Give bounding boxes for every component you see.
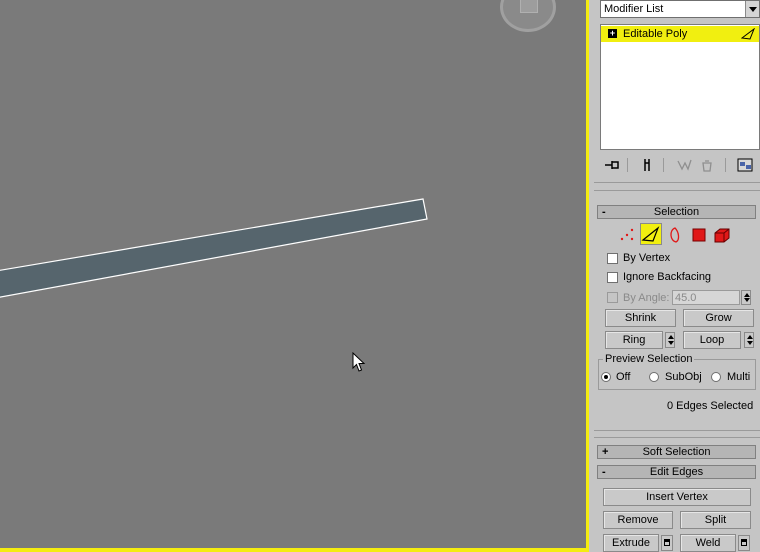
edit-edges-rollout-header[interactable]: - Edit Edges [597, 465, 756, 479]
divider [594, 430, 760, 431]
edit-edges-title: Edit Edges [649, 466, 704, 478]
by-vertex-checkbox[interactable] [607, 253, 618, 264]
collapse-icon: - [602, 206, 606, 218]
by-angle-label: By Angle: [623, 292, 670, 304]
expand-icon: + [602, 446, 609, 458]
weld-button[interactable]: Weld [680, 534, 736, 552]
chevron-down-icon[interactable] [745, 1, 759, 17]
stack-item-editable-poly[interactable]: + Editable Poly [601, 26, 759, 42]
angle-spinner[interactable] [741, 290, 751, 305]
modifier-list-label: Modifier List [604, 3, 664, 15]
angle-threshold-value: 45.0 [675, 292, 697, 304]
selection-rollout-header[interactable]: - Selection [597, 205, 756, 219]
divider [594, 437, 760, 438]
modify-command-panel: Modifier List + Editable Poly - Selectio [589, 0, 760, 552]
collapse-icon: - [602, 466, 606, 478]
divider [594, 182, 760, 183]
polygon-icon[interactable] [691, 227, 707, 243]
ignore-backfacing-checkbox[interactable] [607, 272, 618, 283]
remove-modifier-icon[interactable] [699, 157, 715, 173]
split-button[interactable]: Split [680, 511, 751, 529]
by-vertex-label: By Vertex [623, 252, 671, 264]
edge-mode-button[interactable] [640, 223, 662, 245]
border-icon[interactable] [667, 226, 683, 244]
toolbar-separator [627, 158, 628, 172]
angle-threshold-field[interactable]: 45.0 [672, 290, 740, 305]
preview-selection-title: Preview Selection [603, 353, 695, 365]
divider [594, 190, 760, 191]
element-icon[interactable] [713, 226, 731, 244]
show-end-result-icon[interactable] [641, 157, 657, 173]
ignore-backfacing-label: Ignore Backfacing [623, 271, 712, 283]
soft-selection-title: Soft Selection [642, 446, 711, 458]
loop-spinner[interactable] [744, 332, 754, 348]
make-unique-icon[interactable] [676, 157, 692, 173]
by-angle-checkbox[interactable] [607, 292, 618, 303]
modifier-stack-list[interactable]: + Editable Poly [600, 24, 760, 150]
mouse-cursor-icon [352, 352, 366, 372]
extrude-button[interactable]: Extrude [603, 534, 659, 552]
weld-settings-icon[interactable] [738, 535, 750, 551]
preview-subobj-label: SubObj [665, 371, 702, 383]
selection-status-text: 0 Edges Selected [667, 400, 754, 412]
remove-button[interactable]: Remove [603, 511, 673, 529]
loop-button[interactable]: Loop [683, 331, 741, 349]
pin-stack-icon[interactable] [604, 157, 620, 173]
insert-vertex-button[interactable]: Insert Vertex [603, 488, 751, 506]
perspective-viewport[interactable] [0, 0, 586, 548]
active-viewport-border-bottom [0, 548, 589, 552]
editable-poly-object[interactable] [0, 0, 586, 548]
preview-off-radio[interactable] [601, 372, 611, 382]
selection-rollout-title: Selection [653, 206, 700, 218]
extrude-settings-icon[interactable] [661, 535, 673, 551]
toolbar-separator [663, 158, 664, 172]
shrink-button[interactable]: Shrink [605, 309, 676, 327]
preview-subobj-radio[interactable] [649, 372, 659, 382]
ring-spinner[interactable] [665, 332, 675, 348]
modifier-list-dropdown[interactable]: Modifier List [600, 0, 760, 18]
vertex-icon[interactable] [618, 226, 636, 244]
preview-multi-radio[interactable] [711, 372, 721, 382]
stack-item-label: Editable Poly [623, 28, 688, 40]
toolbar-separator [725, 158, 726, 172]
ring-button[interactable]: Ring [605, 331, 663, 349]
edge-subobject-icon [741, 28, 755, 40]
grow-button[interactable]: Grow [683, 309, 754, 327]
preview-multi-label: Multi [727, 371, 751, 383]
configure-sets-icon[interactable] [737, 157, 753, 173]
preview-off-label: Off [616, 371, 631, 383]
soft-selection-rollout-header[interactable]: + Soft Selection [597, 445, 756, 459]
expand-plus-icon[interactable]: + [608, 29, 617, 38]
poly-mesh-beam[interactable] [0, 198, 428, 299]
edge-icon [641, 226, 660, 242]
